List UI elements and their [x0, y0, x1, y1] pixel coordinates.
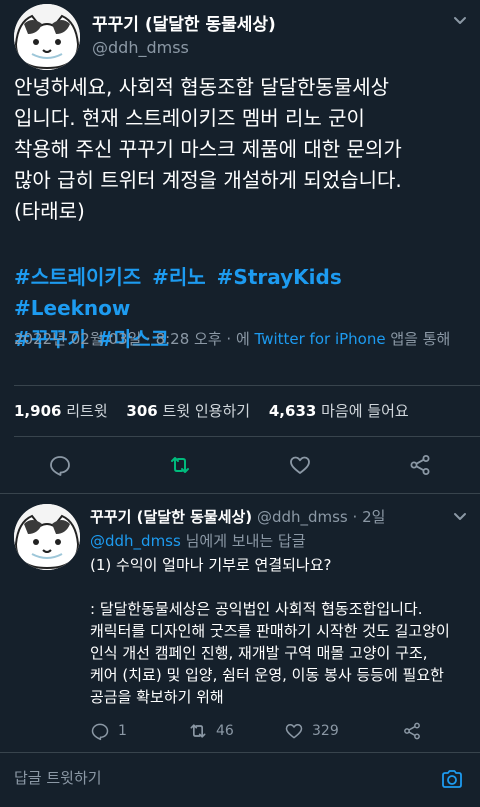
tweet-text-line: 착용해 주신 꾸꾸기 마스크 제품에 대한 문의가: [14, 137, 402, 161]
display-name[interactable]: 꾸꾸기 (달달한 동물세상): [92, 10, 276, 35]
tweet-metadata: 2022년 02월 03일 · 8:28 오후 · 에 Twitter for …: [14, 328, 460, 350]
like-button[interactable]: 329: [284, 720, 339, 742]
retweet-icon[interactable]: [188, 721, 208, 741]
reply-text: (1) 수익이 얼마나 기부로 연결되나요? : 달달한동물세상은 공익법인 사…: [90, 554, 472, 708]
engagement-stats: 1,906 리트윗 306 트윗 인용하기 4,633 마음에 들어요: [14, 400, 423, 421]
camera-icon[interactable]: [440, 767, 464, 791]
quotes-count[interactable]: 306: [126, 402, 157, 420]
timestamp: 2022년 02월 03일 · 8:28 오후 · 에: [14, 330, 255, 348]
replying-to-text: 님에게 보내는 답글: [180, 532, 306, 550]
reply-text-line: 캐릭터를 디자인해 굿즈를 판매하기 시작한 것도 길고양이: [90, 622, 450, 640]
reply-text-line: (1) 수익이 얼마나 기부로 연결되나요?: [90, 556, 332, 574]
chevron-down-icon[interactable]: [452, 12, 468, 28]
replying-to: @ddh_dmss 님에게 보내는 답글: [90, 530, 306, 551]
hashtag-link[interactable]: #StrayKids: [217, 265, 342, 289]
reply-icon[interactable]: [90, 721, 110, 741]
reply-count: 1: [118, 723, 127, 739]
reply-header: 꾸꾸기 (달달한 동물세상) @ddh_dmss · 2일: [90, 506, 385, 527]
quotes-label[interactable]: 트윗 인용하기: [163, 402, 251, 420]
retweets-label[interactable]: 리트윗: [66, 402, 107, 420]
likes-label[interactable]: 마음에 들어요: [321, 402, 409, 420]
reply-text-line: 케어 (치료) 및 입양, 쉼터 운영, 이동 봉사 등등에 필요한: [90, 666, 444, 684]
tweet-text-line: (타래로): [14, 199, 85, 223]
like-icon[interactable]: [284, 721, 304, 741]
hashtag-link[interactable]: #리노: [152, 265, 206, 289]
handle[interactable]: @ddh_dmss: [257, 508, 348, 526]
reply-composer-bar: 답글 트윗하기: [0, 752, 480, 807]
likes-count[interactable]: 4,633: [269, 402, 316, 420]
retweets-count[interactable]: 1,906: [14, 402, 61, 420]
reply-time: · 2일: [347, 508, 386, 526]
tweet-text-line: 많아 급히 트위터 계정을 개설하게 되었습니다.: [14, 168, 402, 192]
main-tweet: 꾸꾸기 (달달한 동물세상) @ddh_dmss 안녕하세요, 사회적 협동조합…: [0, 0, 480, 493]
divider: [14, 436, 480, 437]
retweet-icon[interactable]: [168, 453, 192, 477]
handle[interactable]: @ddh_dmss: [92, 38, 189, 57]
share-icon[interactable]: [408, 453, 432, 477]
share-button[interactable]: [402, 720, 422, 742]
reply-text-line: [90, 576, 472, 598]
tweet-text-line: 안녕하세요, 사회적 협동조합 달달한동물세상: [14, 75, 390, 99]
divider: [14, 385, 480, 386]
reply-button[interactable]: 1: [90, 720, 127, 742]
reply-input[interactable]: 답글 트윗하기: [14, 767, 102, 788]
chevron-down-icon[interactable]: [452, 508, 468, 524]
retweet-button[interactable]: 46: [188, 720, 234, 742]
hashtag-link[interactable]: #Leeknow: [14, 296, 130, 320]
hashtag-link[interactable]: #스트레이키즈: [14, 265, 141, 289]
avatar[interactable]: [14, 4, 80, 70]
like-count: 329: [312, 723, 339, 739]
tweet-text-line: 입니다. 현재 스트레이키즈 멤버 리노 군이: [14, 106, 365, 130]
display-name[interactable]: 꾸꾸기 (달달한 동물세상): [90, 508, 252, 526]
tweet-text: 안녕하세요, 사회적 협동조합 달달한동물세상 입니다. 현재 스트레이키즈 멤…: [14, 72, 470, 227]
reply-text-line: 인식 개선 캠페인 진행, 재개발 구역 매몰 고양이 구조,: [90, 644, 428, 662]
reply-icon[interactable]: [48, 453, 72, 477]
thread-divider: [0, 493, 480, 494]
mention-link[interactable]: @ddh_dmss: [90, 532, 181, 550]
retweet-count: 46: [216, 723, 234, 739]
reply-text-line: 공금을 확보하기 위해: [90, 688, 224, 706]
client-link[interactable]: Twitter for iPhone: [255, 330, 386, 348]
reply-text-line: : 달달한동물세상은 공익법인 사회적 협동조합입니다.: [90, 600, 423, 618]
share-icon[interactable]: [402, 721, 422, 741]
like-icon[interactable]: [288, 453, 312, 477]
avatar[interactable]: [14, 504, 80, 570]
client-suffix: 앱을 통해: [385, 330, 451, 348]
